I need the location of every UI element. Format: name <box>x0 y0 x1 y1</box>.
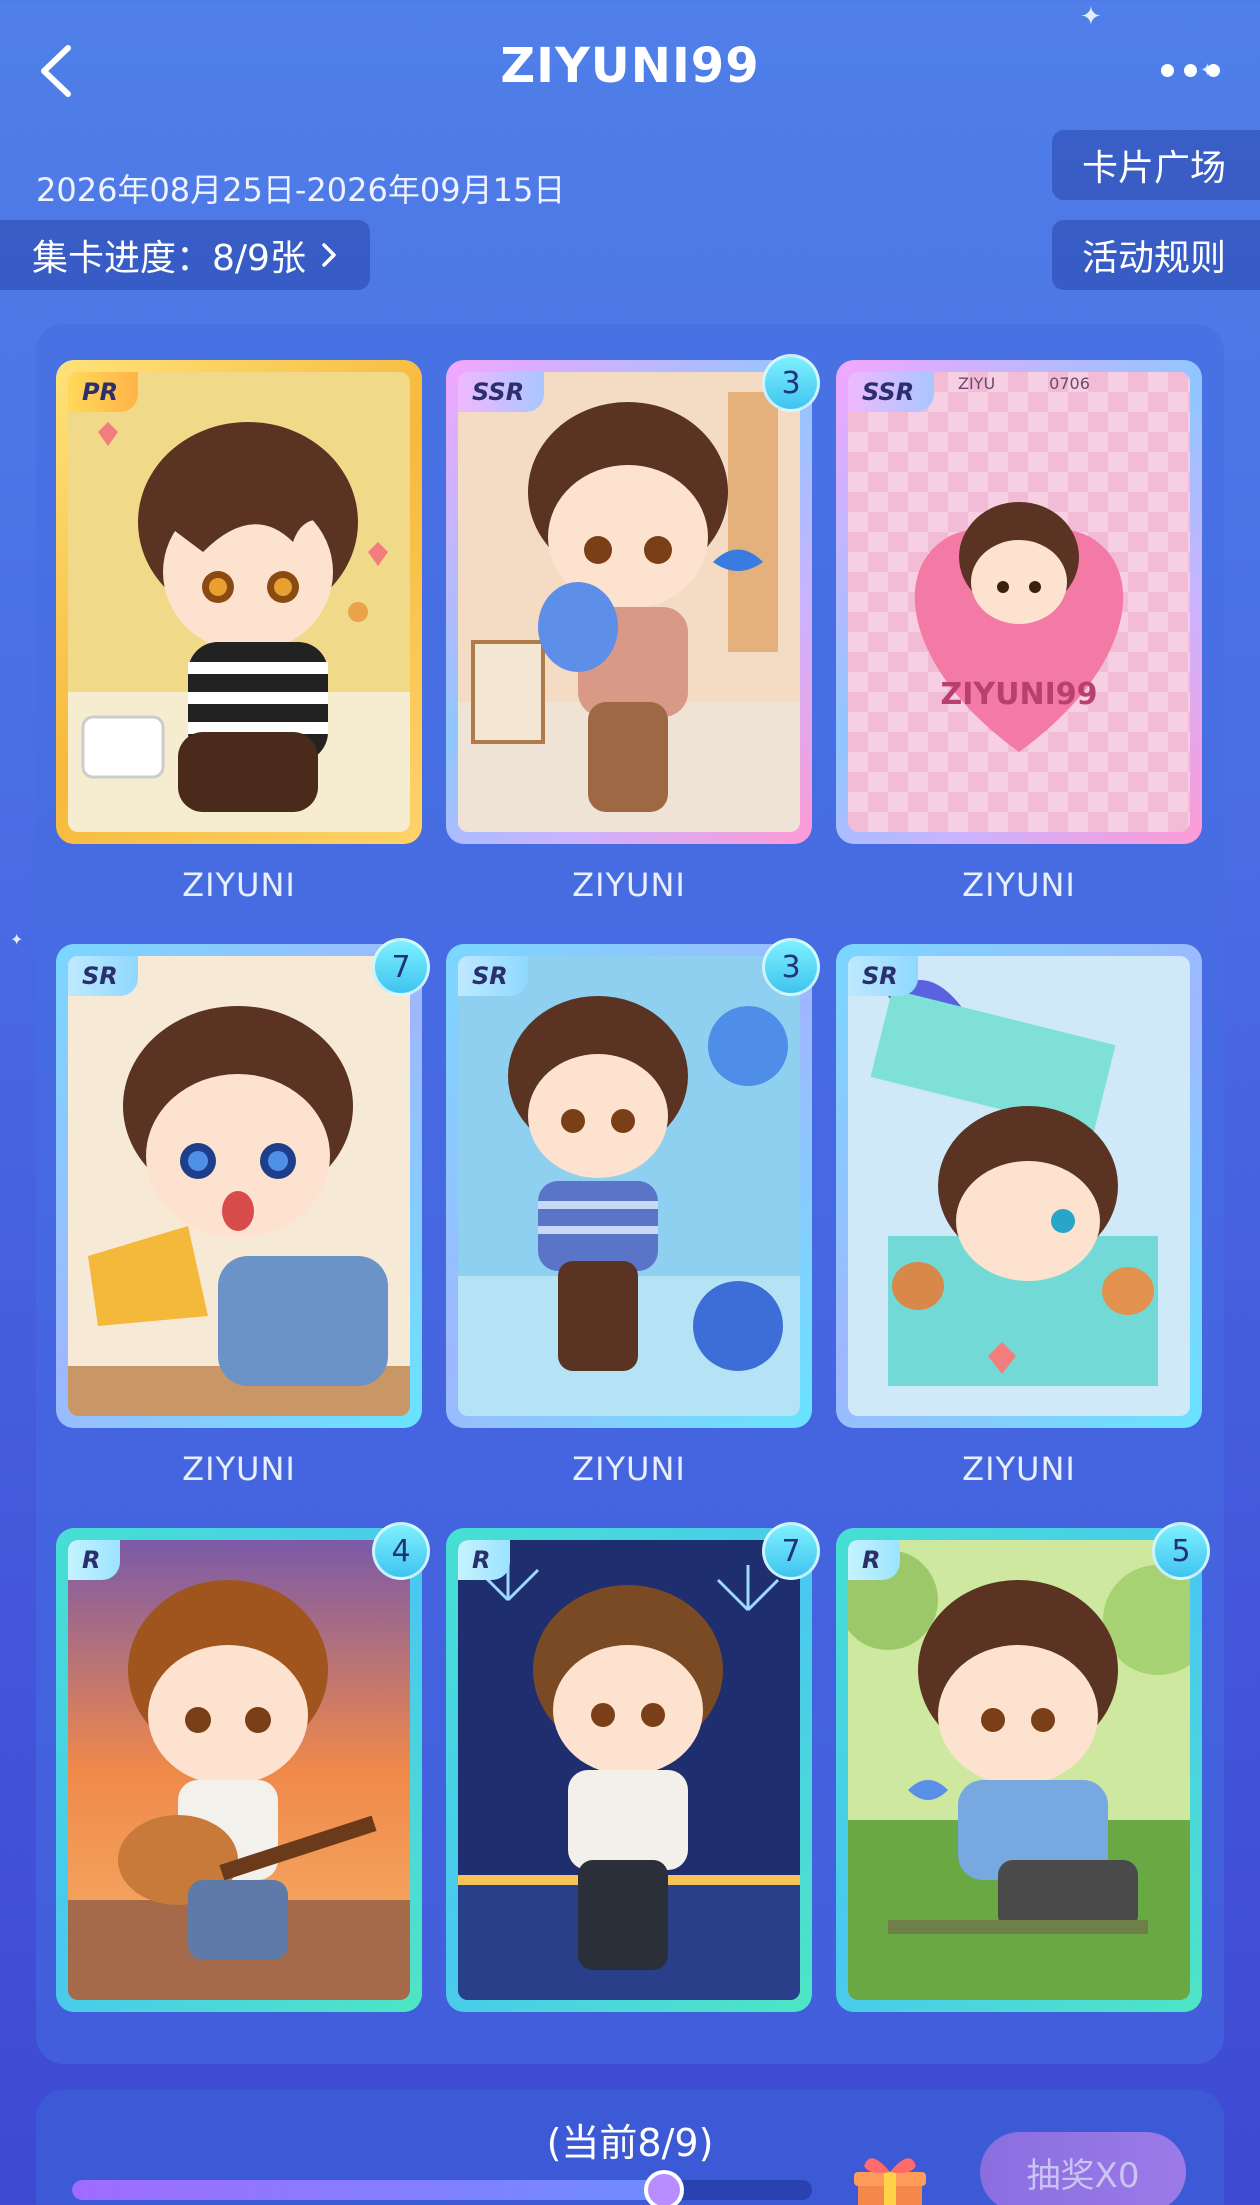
sparkle-icon: ✦ <box>1080 2 1102 32</box>
card-item[interactable]: R 4 <box>56 1522 430 2012</box>
event-date-range: 2026年08月25日-2026年09月15日 <box>36 171 566 209</box>
card-count-badge: 5 <box>1152 1522 1210 1580</box>
card-artwork <box>68 372 410 832</box>
collection-progress-label: 集卡进度：8/9张 <box>32 238 306 279</box>
card-item[interactable]: R 7 <box>446 1522 820 2012</box>
card-artwork <box>848 956 1190 1416</box>
rarity-tag: PR <box>68 372 139 412</box>
card-item[interactable]: PR <box>56 360 422 844</box>
progress-knob <box>644 2170 684 2205</box>
progress-fill <box>72 2180 664 2200</box>
rarity-tag: SSR <box>458 372 545 412</box>
card-item[interactable]: R 5 <box>836 1522 1210 2012</box>
card-name: ZIYUNI <box>572 1450 686 1488</box>
card-item[interactable]: SR 3 <box>446 938 820 1428</box>
card-count-badge: 3 <box>762 938 820 996</box>
card-name: ZIYUNI <box>182 1450 296 1488</box>
dot-icon <box>1184 63 1197 77</box>
rarity-tag: SR <box>848 956 918 996</box>
rarity-tag: R <box>68 1540 121 1580</box>
card-artwork <box>458 956 800 1416</box>
card-artwork <box>68 1540 410 2000</box>
page-title: ZIYUNI99 <box>500 38 760 94</box>
card-item[interactable]: SR 7 <box>56 938 430 1428</box>
progress-track <box>72 2180 812 2200</box>
rarity-tag: R <box>458 1540 511 1580</box>
event-rules-button[interactable]: 活动规则 <box>1051 220 1260 290</box>
card-count-badge: 7 <box>762 1522 820 1580</box>
card-item[interactable]: SR <box>836 944 1202 1428</box>
draw-lottery-button[interactable]: 抽奖X0 <box>980 2132 1186 2205</box>
sparkle-icon: ✦ <box>10 930 24 949</box>
collection-progress-button[interactable]: 集卡进度：8/9张 <box>0 220 370 290</box>
card-name: ZIYUNI <box>572 866 686 904</box>
card-caption: ZIYU 0706 <box>958 374 1090 393</box>
card-name: ZIYUNI <box>962 866 1076 904</box>
card-count-badge: 3 <box>762 354 820 412</box>
rarity-tag: SR <box>68 956 138 996</box>
dot-icon <box>1161 63 1174 77</box>
gift-icon <box>854 2158 926 2205</box>
rarity-tag: SR <box>458 956 528 996</box>
dot-icon <box>1207 63 1220 77</box>
card-artwork <box>68 956 410 1416</box>
card-name: ZIYUNI <box>962 1450 1076 1488</box>
chevron-right-icon <box>322 243 336 267</box>
rarity-tag: SSR <box>848 372 935 412</box>
card-count-badge: 7 <box>372 938 430 996</box>
card-count-badge: 4 <box>372 1522 430 1580</box>
rarity-tag: R <box>848 1540 901 1580</box>
card-artwork <box>458 372 800 832</box>
card-item[interactable]: ZIYU 0706 ZIYUNI99 SSR <box>836 360 1202 844</box>
card-artwork <box>848 1540 1190 2000</box>
card-item[interactable]: SSR 3 <box>446 354 820 844</box>
card-name: ZIYUNI <box>182 866 296 904</box>
card-artwork <box>458 1540 800 2000</box>
card-artwork: ZIYU 0706 ZIYUNI99 <box>848 372 1190 832</box>
card-plaza-button[interactable]: 卡片广场 <box>1051 130 1260 200</box>
card-logo-text: ZIYUNI99 <box>940 677 1098 712</box>
more-options-button[interactable] <box>1150 52 1220 88</box>
